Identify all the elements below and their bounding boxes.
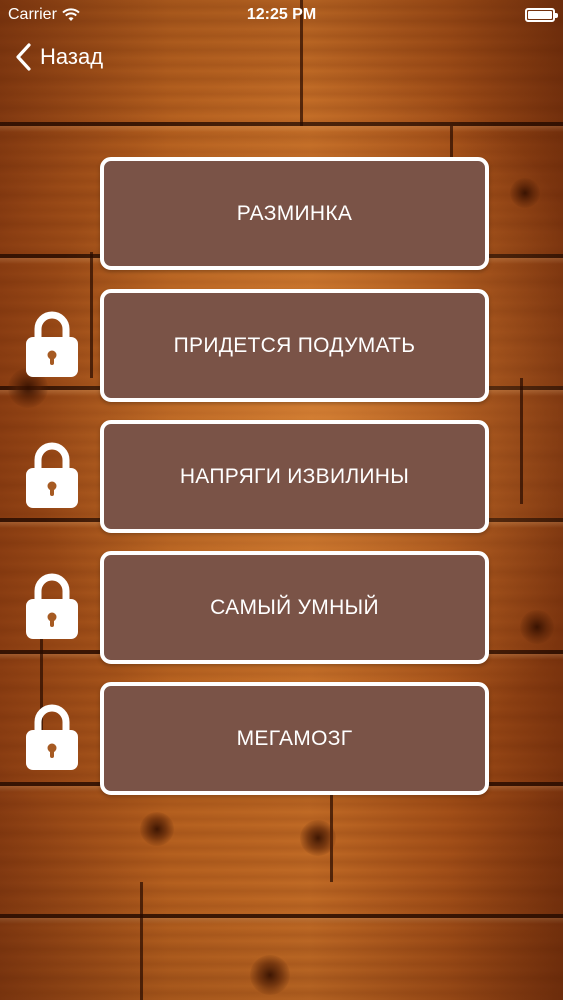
clock: 12:25 PM (246, 6, 317, 23)
level-label: САМЫЙ УМНЫЙ (210, 595, 379, 619)
level-button-think[interactable]: ПРИДЕТСЯ ПОДУМАТЬ (100, 289, 489, 402)
wood-knot (250, 955, 290, 995)
lock-icon (26, 704, 78, 770)
plank-seam (90, 252, 93, 378)
level-button-strain[interactable]: НАПРЯГИ ИЗВИЛИНЫ (100, 420, 489, 533)
status-bar: Carrier 12:25 PM (0, 0, 563, 30)
back-label: Назад (40, 44, 104, 69)
level-label: МЕГАМОЗГ (236, 726, 353, 750)
lock-icon (26, 442, 78, 508)
wood-knot (520, 610, 554, 644)
back-button[interactable]: Назад (14, 42, 103, 72)
battery-icon (525, 8, 558, 22)
lock-icon (26, 311, 78, 377)
plank-seam (140, 882, 143, 1000)
wood-knot (510, 178, 540, 208)
chevron-left-icon (16, 43, 31, 71)
wood-knot (140, 812, 174, 846)
level-label: НАПРЯГИ ИЗВИЛИНЫ (179, 464, 410, 488)
battery-level (528, 11, 552, 19)
lock-icon (26, 573, 78, 639)
level-button-smartest[interactable]: САМЫЙ УМНЫЙ (100, 551, 489, 664)
plank-seam (520, 378, 523, 504)
level-label: ПРИДЕТСЯ ПОДУМАТЬ (173, 333, 416, 357)
level-label: РАЗМИНКА (236, 201, 353, 225)
level-button-megabrain[interactable]: МЕГАМОЗГ (100, 682, 489, 795)
level-button-warmup[interactable]: РАЗМИНКА (100, 157, 489, 270)
wood-knot (300, 820, 336, 856)
